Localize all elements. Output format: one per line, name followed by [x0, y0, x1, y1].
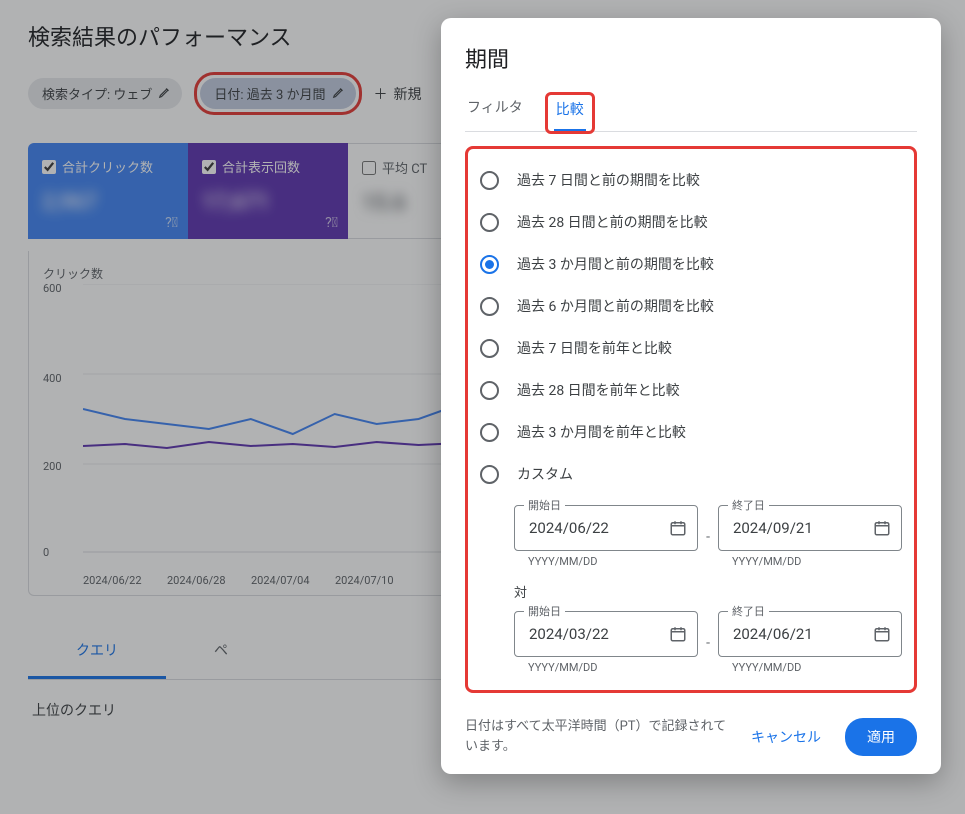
compare-option[interactable]: 過去 28 日間と前の期間を比較 [480, 201, 902, 243]
radio-icon [480, 255, 499, 274]
option-label: 過去 28 日間を前年と比較 [517, 380, 680, 400]
tab-filter[interactable]: フィルタ [465, 97, 525, 127]
option-label: 過去 3 か月間と前の期間を比較 [517, 254, 714, 274]
vs-label: 対 [514, 582, 902, 601]
compare-option[interactable]: 過去 3 か月間を前年と比較 [480, 411, 902, 453]
highlight-options: 過去 7 日間と前の期間を比較過去 28 日間と前の期間を比較過去 3 か月間と… [465, 146, 917, 693]
compare-option[interactable]: 過去 3 か月間と前の期間を比較 [480, 243, 902, 285]
radio-icon [480, 213, 499, 232]
option-label: 過去 28 日間と前の期間を比較 [517, 212, 708, 232]
option-label: 過去 3 か月間を前年と比較 [517, 422, 686, 442]
compare-option[interactable]: カスタム [480, 453, 902, 495]
option-label: 過去 7 日間と前の期間を比較 [517, 170, 700, 190]
radio-icon [480, 297, 499, 316]
radio-icon [480, 465, 499, 484]
calendar-icon [873, 625, 891, 643]
calendar-icon [873, 519, 891, 537]
timezone-note: 日付はすべて太平洋時間（PT）で記録されています。 [465, 717, 727, 756]
modal-title: 期間 [465, 42, 917, 74]
radio-icon [480, 339, 499, 358]
calendar-icon [669, 625, 687, 643]
compare-option[interactable]: 過去 28 日間を前年と比較 [480, 369, 902, 411]
calendar-icon [669, 519, 687, 537]
compare-option[interactable]: 過去 7 日間と前の期間を比較 [480, 159, 902, 201]
start-date-field[interactable]: 開始日 2024/06/22 YYYY/MM/DD [514, 505, 698, 568]
tab-compare[interactable]: 比較 [554, 99, 586, 131]
radio-icon [480, 381, 499, 400]
highlight-compare-tab: 比較 [545, 92, 595, 134]
apply-button[interactable]: 適用 [845, 718, 917, 756]
dash: - [706, 529, 710, 545]
end-date-field[interactable]: 終了日 2024/06/21 YYYY/MM/DD [718, 611, 902, 674]
start-date-field[interactable]: 開始日 2024/03/22 YYYY/MM/DD [514, 611, 698, 674]
modal-footer: 日付はすべて太平洋時間（PT）で記録されています。 キャンセル 適用 [465, 717, 917, 756]
date-range-modal: 期間 フィルタ 比較 過去 7 日間と前の期間を比較過去 28 日間と前の期間を… [441, 18, 941, 774]
radio-icon [480, 423, 499, 442]
dash: - [706, 635, 710, 651]
end-date-field[interactable]: 終了日 2024/09/21 YYYY/MM/DD [718, 505, 902, 568]
option-label: 過去 6 か月間と前の期間を比較 [517, 296, 714, 316]
option-label: 過去 7 日間を前年と比較 [517, 338, 672, 358]
radio-icon [480, 171, 499, 190]
compare-option[interactable]: 過去 6 か月間と前の期間を比較 [480, 285, 902, 327]
modal-tabs: フィルタ 比較 [465, 92, 917, 132]
compare-option[interactable]: 過去 7 日間を前年と比較 [480, 327, 902, 369]
cancel-button[interactable]: キャンセル [739, 719, 833, 755]
option-label: カスタム [517, 464, 573, 484]
date-range-1: 開始日 2024/06/22 YYYY/MM/DD - 終了日 2024/09/… [514, 505, 902, 568]
date-range-2: 開始日 2024/03/22 YYYY/MM/DD - 終了日 2024/06/… [514, 611, 902, 674]
